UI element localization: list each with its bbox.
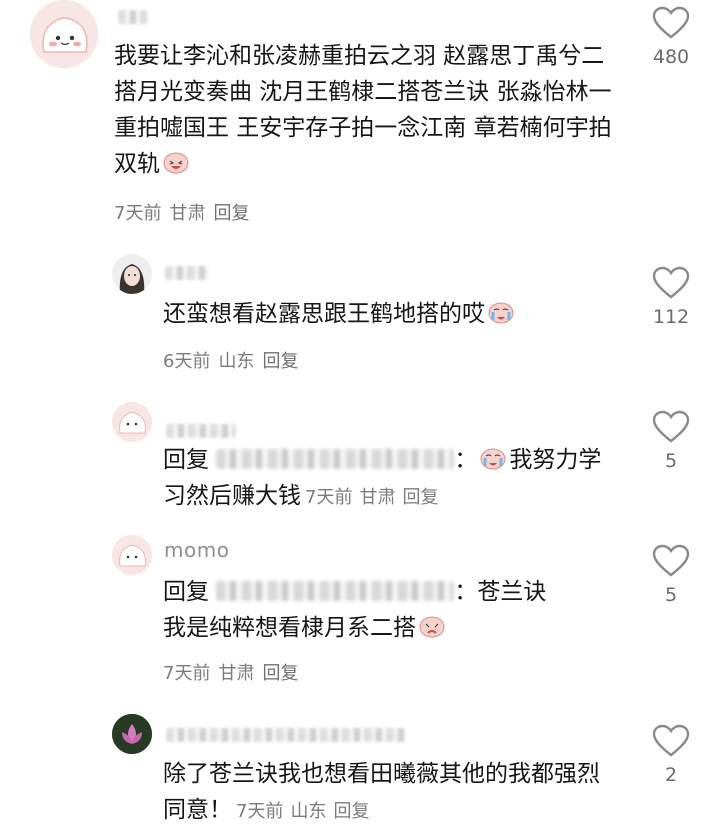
- comment-text: 回复 ：我努力学习然后赚大钱 7天前 甘肃 回复: [163, 442, 613, 516]
- lotus-flower-avatar-icon: [112, 714, 152, 754]
- comment-location: 山东: [290, 801, 327, 822]
- avatar[interactable]: [112, 402, 152, 442]
- avatar[interactable]: [112, 535, 152, 575]
- heart-icon[interactable]: [652, 266, 690, 300]
- comment-meta: 7天前 山东 回复: [236, 801, 376, 822]
- laughing-emoji-icon: [163, 152, 189, 174]
- reply-button[interactable]: 回复: [333, 801, 369, 822]
- avatar[interactable]: [112, 714, 152, 754]
- like-count: 5: [664, 584, 678, 606]
- comment-meta: 7天前 甘肃 回复: [114, 199, 257, 225]
- sad-emoji-icon: [419, 616, 445, 638]
- comment-2: 还蛮想看赵露思跟王鹤地搭的哎 6天前 山东 回复 112: [0, 250, 720, 380]
- comment-meta: 7天前 甘肃 回复: [163, 659, 306, 685]
- comment-text: 除了苍兰诀我也想看田曦薇其他的我都强烈同意！ 7天前 山东 回复: [163, 756, 613, 830]
- comment-text-line1: 苍兰诀: [477, 579, 547, 605]
- comment-time: 7天前: [305, 487, 353, 508]
- heart-icon[interactable]: [652, 544, 690, 578]
- like-count: 2: [664, 764, 678, 786]
- comment-text-line2: 我是纯粹想看棣月系二搭: [163, 615, 416, 641]
- comment-5: 除了苍兰诀我也想看田曦薇其他的我都强烈同意！ 7天前 山东 回复 2: [0, 708, 720, 831]
- pink-blob-avatar-icon: [112, 535, 152, 575]
- comment-3: 回复 ：我努力学习然后赚大钱 7天前 甘肃 回复 5: [0, 398, 720, 528]
- comment-text-content: 还蛮想看赵露思跟王鹤地搭的哎: [163, 301, 485, 327]
- comment-location: 甘肃: [169, 203, 206, 224]
- comment-location: 甘肃: [359, 487, 396, 508]
- username-blurred[interactable]: [165, 266, 209, 280]
- replied-username-blurred[interactable]: [216, 581, 455, 601]
- comment-text: 还蛮想看赵露思跟王鹤地搭的哎: [163, 296, 613, 332]
- reply-button[interactable]: 回复: [213, 203, 249, 224]
- like-count: 112: [652, 306, 690, 328]
- like-button[interactable]: 112: [641, 266, 701, 328]
- like-button[interactable]: 2: [641, 724, 701, 786]
- avatar[interactable]: [112, 254, 152, 294]
- username-blurred[interactable]: [166, 728, 406, 742]
- replied-username-blurred[interactable]: [216, 449, 455, 469]
- reply-colon: ：: [454, 447, 478, 473]
- reply-button[interactable]: 回复: [262, 663, 298, 684]
- reply-button[interactable]: 回复: [262, 351, 298, 372]
- like-count: 480: [652, 46, 690, 68]
- comment-text-content: 除了苍兰诀我也想看田曦薇其他的我都强烈同意！: [163, 761, 600, 823]
- like-count: 5: [664, 450, 678, 472]
- comment-4: momo 回复 ：苍兰诀 我是纯粹想看棣月系二搭 7天前 甘肃 回复 5: [0, 532, 720, 692]
- crying-emoji-icon: [480, 448, 506, 470]
- comment-location: 山东: [218, 351, 255, 372]
- girl-photo-avatar-icon: [112, 254, 152, 294]
- like-button[interactable]: 5: [641, 410, 701, 472]
- username-blurred[interactable]: [166, 424, 236, 438]
- comment-1: 我要让李沁和张凌赫重拍云之羽 赵露思丁禹兮二搭月光变奏曲 沈月王鹤棣二搭苍兰诀 …: [0, 0, 720, 240]
- pink-blob-avatar-icon: [112, 402, 152, 442]
- comment-text: 回复 ：苍兰诀 我是纯粹想看棣月系二搭: [163, 574, 613, 646]
- heart-icon[interactable]: [652, 724, 690, 758]
- reply-prefix: 回复: [163, 447, 209, 473]
- avatar[interactable]: [30, 0, 98, 68]
- reply-button[interactable]: 回复: [402, 487, 438, 508]
- username-blurred[interactable]: [118, 10, 148, 24]
- comment-meta: 6天前 山东 回复: [163, 347, 306, 373]
- comment-time: 6天前: [163, 351, 211, 372]
- comment-time: 7天前: [163, 663, 211, 684]
- comment-text: 我要让李沁和张凌赫重拍云之羽 赵露思丁禹兮二搭月光变奏曲 沈月王鹤棣二搭苍兰诀 …: [114, 38, 624, 182]
- heart-icon[interactable]: [652, 6, 690, 40]
- reply-prefix: 回复: [163, 579, 209, 605]
- like-button[interactable]: 480: [641, 6, 701, 68]
- pink-blob-avatar-icon: [30, 0, 98, 68]
- comment-time: 7天前: [114, 203, 162, 224]
- like-button[interactable]: 5: [641, 544, 701, 606]
- username[interactable]: momo: [164, 538, 229, 562]
- reply-colon: ：: [454, 579, 478, 605]
- heart-icon[interactable]: [652, 410, 690, 444]
- comment-time: 7天前: [236, 801, 284, 822]
- comment-meta: 7天前 甘肃 回复: [305, 487, 445, 508]
- comment-location: 甘肃: [218, 663, 255, 684]
- crying-emoji-icon: [488, 302, 514, 324]
